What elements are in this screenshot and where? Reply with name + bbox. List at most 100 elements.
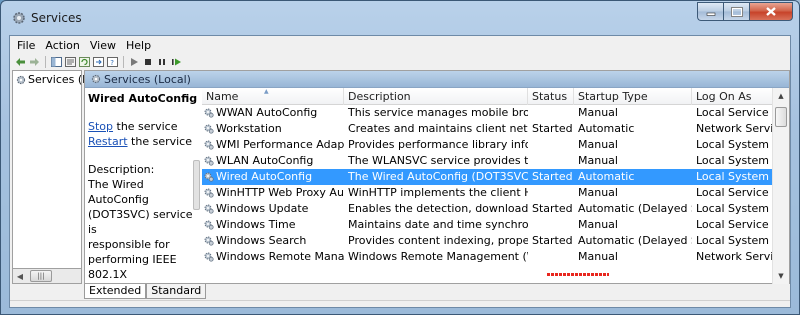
close-button[interactable] <box>749 2 793 21</box>
service-description-cell: Maintains date and time synchronizatio..… <box>348 218 528 231</box>
service-name-cell: WinHTTP Web Proxy Auto-... <box>202 185 344 201</box>
console-tree: Services (Lo( <box>12 70 99 284</box>
minimize-icon <box>706 12 715 16</box>
stop-icon <box>145 59 151 65</box>
service-description-cell: The WLANSVC service provides the logi... <box>348 154 528 167</box>
export-list-button[interactable] <box>92 56 104 68</box>
column-header-description[interactable]: Description <box>344 88 528 105</box>
service-row[interactable]: WWAN AutoConfig This service manages mobi… <box>202 105 772 121</box>
service-row[interactable]: WLAN AutoConfig The WLANSVC service provi… <box>202 153 772 169</box>
sort-ascending-icon: ▲ <box>264 88 269 95</box>
service-startup-type-cell: Automatic <box>578 122 635 135</box>
service-row[interactable]: Windows Search Provides content indexing,… <box>202 233 772 249</box>
description-scrollbar[interactable] <box>193 120 200 270</box>
help-button[interactable]: ? <box>106 56 118 68</box>
service-startup-type-cell: Manual <box>578 106 618 119</box>
tab-standard[interactable]: Standard <box>146 284 207 299</box>
service-startup-type-cell: Manual <box>578 138 618 151</box>
column-header-log-on-as[interactable]: Log On As <box>692 88 772 105</box>
service-log-on-as-cell: Network Service <box>696 250 772 263</box>
back-button[interactable] <box>14 56 26 68</box>
service-status-cell <box>528 105 574 121</box>
service-name-text: Windows Time <box>216 218 296 231</box>
service-log-on-as-cell: Local Service <box>696 186 769 199</box>
service-name-text: Wired AutoConfig <box>216 170 313 183</box>
service-log-on-as-cell: Local System <box>696 154 770 167</box>
restart-suffix: the service <box>127 135 192 148</box>
forward-button[interactable] <box>28 56 40 68</box>
restart-service-link[interactable]: Restart <box>88 135 128 148</box>
column-header-status[interactable]: Status <box>528 88 574 105</box>
caption-buttons <box>697 2 793 21</box>
maximize-button[interactable] <box>723 2 749 21</box>
service-row[interactable]: WinHTTP Web Proxy Auto-... WinHTTP implem… <box>202 185 772 201</box>
scroll-down-arrow-icon[interactable]: ▼ <box>773 268 789 284</box>
pane-header: Services (Local) <box>85 71 789 88</box>
back-arrow-icon <box>15 58 25 66</box>
service-row[interactable]: Workstation Creates and maintains client … <box>202 121 772 137</box>
properties-button[interactable] <box>64 56 76 68</box>
forward-arrow-icon <box>29 58 39 66</box>
service-status-cell <box>528 185 574 201</box>
column-header-name[interactable]: Name ▲ <box>202 88 344 105</box>
service-row[interactable]: Wired AutoConfig The Wired AutoConfig (DO… <box>202 169 772 185</box>
column-header-label: Description <box>348 90 411 103</box>
scroll-up-arrow-icon[interactable]: ▲ <box>773 88 789 104</box>
stop-service-link[interactable]: Stop <box>88 120 113 133</box>
service-name-cell: Workstation <box>202 121 344 137</box>
service-status-cell: Started <box>532 122 573 135</box>
minimize-button[interactable] <box>697 2 723 21</box>
maximize-icon <box>730 6 743 17</box>
service-name-text: WLAN AutoConfig <box>216 154 314 167</box>
menu-help[interactable]: Help <box>121 39 156 52</box>
service-status-cell: Started <box>532 170 573 183</box>
toolbar: ? <box>10 54 790 70</box>
pause-service-button[interactable] <box>156 56 168 68</box>
column-header-startup-type[interactable]: Startup Type <box>574 88 692 105</box>
column-header-label: Status <box>532 90 568 103</box>
refresh-icon <box>78 57 90 67</box>
menu-bar: File Action View Help <box>10 36 790 54</box>
window-client: File Action View Help ? Services (Lo(◀ … <box>9 35 791 308</box>
menu-view[interactable]: View <box>85 39 121 52</box>
service-description-cell: Provides performance library informati..… <box>348 138 528 151</box>
tab-extended[interactable]: Extended <box>84 284 147 299</box>
restart-service-button[interactable] <box>170 56 182 68</box>
start-service-button[interactable] <box>128 56 140 68</box>
play-icon <box>131 58 138 66</box>
scrollbar-thumb[interactable]: ||| <box>30 270 52 282</box>
view-tabs: Extended Standard <box>84 284 207 300</box>
stop-service-button[interactable] <box>142 56 154 68</box>
show-hide-tree-button[interactable] <box>50 56 62 68</box>
list-vertical-scrollbar[interactable]: ▲ ▼ <box>772 88 789 284</box>
service-log-on-as-cell: Local System <box>696 138 770 151</box>
properties-icon <box>64 57 76 67</box>
export-list-icon <box>92 57 104 67</box>
service-status-cell: Started <box>532 234 573 247</box>
service-name-text: WWAN AutoConfig <box>216 106 318 119</box>
service-startup-type-cell: Automatic (Delayed Start) <box>578 202 692 215</box>
service-status-cell: Started <box>532 202 573 215</box>
service-row[interactable]: Windows Remote Manage... Windows Remote M… <box>202 249 772 265</box>
pause-icon <box>159 59 165 65</box>
service-status-cell <box>528 153 574 169</box>
service-startup-type-cell: Automatic <box>578 170 635 183</box>
service-name-cell: Windows Search <box>202 233 344 249</box>
scrollbar-thumb[interactable] <box>775 107 787 127</box>
menu-file[interactable]: File <box>12 39 40 52</box>
services-list: Name ▲ Description Status Startup Type L… <box>202 88 789 284</box>
service-row[interactable]: Windows Time Maintains date and time sync… <box>202 217 772 233</box>
refresh-button[interactable] <box>78 56 90 68</box>
stop-suffix: the service <box>113 120 178 133</box>
scrollbar-thumb[interactable] <box>193 160 200 210</box>
service-gear-icon <box>204 172 214 182</box>
title-bar[interactable]: Services <box>1 1 799 35</box>
scroll-left-arrow-icon[interactable]: ◀ <box>13 269 27 283</box>
service-row[interactable]: Windows Update Enables the detection, dow… <box>202 201 772 217</box>
tree-horizontal-scrollbar[interactable]: ◀ ||| <box>12 268 82 284</box>
service-startup-type-cell: Automatic (Delayed Start) <box>578 234 692 247</box>
services-rows: WWAN AutoConfig This service manages mobi… <box>202 105 772 265</box>
toolbar-separator <box>45 56 46 68</box>
service-row[interactable]: WMI Performance Adapter Provides performa… <box>202 137 772 153</box>
menu-action[interactable]: Action <box>40 39 84 52</box>
